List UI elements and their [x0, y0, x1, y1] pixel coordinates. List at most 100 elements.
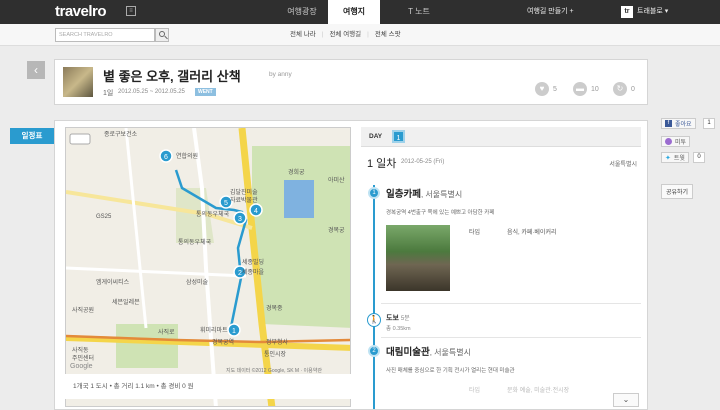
- walk-distance: 총 0.35km: [386, 326, 411, 332]
- share-count: 0: [631, 85, 635, 93]
- map-label: 통인시장: [264, 350, 287, 358]
- day-label: DAY: [369, 133, 383, 140]
- nav-all-routes[interactable]: 전체 여행길: [323, 24, 367, 46]
- me2-label: 미투: [675, 140, 687, 146]
- map-label: 사직동: [72, 346, 89, 354]
- map-label: 경복중: [266, 305, 283, 312]
- sub-navigation-bar: SEARCH TRAVELRO 전체 나라 | 전체 여행길 | 전체 스팟: [0, 24, 720, 46]
- itinerary-tab[interactable]: 일정표: [10, 128, 54, 144]
- tweet-label: 트윗: [673, 156, 685, 162]
- facebook-icon: f: [665, 120, 672, 127]
- post-header-card: 볕 좋은 오후, 갤러리 산책 by anny 1일 2012.05.25 ~ …: [54, 59, 648, 105]
- menu-icon[interactable]: ≡: [126, 6, 136, 16]
- trip-dates: 2012.05.25 ~ 2012.05.25: [118, 89, 185, 95]
- map-label: 연합의원: [176, 152, 198, 160]
- scroll-down-button[interactable]: ⌄: [613, 393, 639, 407]
- map-label: 사직로: [158, 328, 175, 336]
- map-attribution: 지도 데이터 ©2012 Google, SK M · 이용약관: [226, 367, 322, 374]
- map-label: 통의동우체국: [178, 238, 212, 246]
- map-canvas[interactable]: 1 2 3 4 5 6 종로구보건소 연합의원 경희궁 아미산 경복궁 김달진미…: [66, 128, 351, 407]
- me2day-icon: [665, 138, 672, 145]
- heart-icon: ♥: [535, 82, 549, 96]
- divider: [381, 337, 641, 338]
- nav-all-countries[interactable]: 전체 나라: [284, 24, 322, 46]
- map-marker-6[interactable]: 6: [159, 149, 173, 163]
- share-stat[interactable]: ↻ 0: [613, 82, 635, 96]
- map-label: 경복궁: [328, 227, 345, 234]
- search-button[interactable]: [155, 28, 169, 42]
- comment-icon: ▬: [573, 82, 587, 96]
- nav-plaza[interactable]: 여행광장: [276, 0, 328, 24]
- svg-text:3: 3: [238, 216, 242, 223]
- route-map[interactable]: 1 2 3 4 5 6 종로구보건소 연합의원 경희궁 아미산 경복궁 김달진미…: [65, 127, 351, 407]
- day-location: 서울특별시: [609, 162, 637, 168]
- map-label: 세종빌딩: [242, 258, 264, 266]
- nav-tnote[interactable]: T 노트: [380, 0, 458, 24]
- svg-text:5: 5: [224, 200, 228, 207]
- divider: [381, 303, 641, 304]
- stop-pin-2[interactable]: 2: [368, 345, 380, 357]
- user-avatar[interactable]: tr: [621, 6, 633, 18]
- top-navigation-bar: travelro ≡ 여행광장 여행지 T 노트 여행길 만들기 + tr 트래…: [0, 0, 720, 24]
- twitter-icon: ✦: [665, 154, 671, 162]
- travelro-logo[interactable]: travelro: [55, 3, 107, 20]
- map-marker-1[interactable]: 1: [227, 323, 241, 337]
- comment-stat[interactable]: ▬ 10: [573, 82, 599, 96]
- sub-nav: 전체 나라 | 전체 여행길 | 전체 스팟: [284, 24, 407, 46]
- google-logo: Google: [70, 363, 93, 370]
- stop-1-name[interactable]: 일층카페, 서울특별시: [386, 186, 462, 200]
- route-summary: 1개국 1 도시 • 총 거리 1.1 km • 총 경비 0 원: [65, 374, 351, 399]
- walk-icon: 🚶: [367, 313, 381, 327]
- map-label: 아미산: [328, 176, 345, 184]
- comment-count: 10: [591, 85, 599, 93]
- like-count: 5: [553, 85, 557, 93]
- map-marker-4[interactable]: 4: [249, 203, 263, 217]
- me2day-button[interactable]: 미투: [661, 136, 691, 147]
- tweet-count-box: 0: [693, 152, 705, 163]
- tweet-button[interactable]: ✦ 트윗 0: [661, 152, 705, 163]
- nav-all-spots[interactable]: 전체 스팟: [369, 24, 407, 46]
- day-1-button[interactable]: 1: [392, 130, 405, 143]
- stop-1-photo[interactable]: [386, 225, 450, 291]
- chevron-down-icon: ⌄: [622, 395, 630, 404]
- stop-2-type-key: 타입: [469, 388, 481, 394]
- main-nav: 여행광장 여행지 T 노트: [276, 0, 458, 24]
- like-count-box: 1: [703, 118, 715, 129]
- user-menu[interactable]: 트래블로 ▾: [637, 0, 668, 24]
- stop-2-type-value: 문화 예술, 미술관·전시장: [507, 388, 570, 394]
- map-marker-3[interactable]: 3: [233, 211, 247, 225]
- map-label: 자료박물관: [230, 196, 258, 204]
- day-selector: DAY 1: [361, 127, 641, 147]
- stop-2-description: 사진 매체를 중심으로 한 기획 전시가 열리는 현대 미술관: [386, 368, 515, 374]
- search-input[interactable]: SEARCH TRAVELRO: [55, 28, 155, 42]
- stop-1-type-value: 음식, 카페·베이커리: [507, 230, 557, 236]
- stop-1-type-key: 타입: [469, 230, 481, 236]
- map-label: 세종마을: [242, 268, 265, 276]
- like-stat[interactable]: ♥ 5: [535, 82, 557, 96]
- day-detail: DAY 1 1 일차 2012-05-25 (Fri) 서울특별시 1 일층카페…: [361, 127, 641, 409]
- make-trip-link[interactable]: 여행길 만들기 +: [527, 0, 574, 24]
- map-label: 삼성미술: [186, 278, 209, 286]
- went-badge: WENT: [195, 88, 216, 96]
- map-label: 김달진미술: [230, 188, 258, 196]
- map-label: 사직공원: [72, 306, 94, 314]
- map-label: 종로구보건소: [104, 130, 138, 138]
- itinerary-panel: 1 2 3 4 5 6 종로구보건소 연합의원 경희궁 아미산 경복궁 김달진미…: [54, 120, 648, 410]
- post-author[interactable]: by anny: [269, 71, 292, 78]
- timeline-line: [373, 185, 375, 409]
- stop-pin-1[interactable]: 1: [368, 187, 380, 199]
- post-thumbnail[interactable]: [63, 67, 93, 97]
- svg-text:6: 6: [164, 154, 168, 161]
- back-button[interactable]: ‹: [27, 61, 45, 79]
- map-zoom-control[interactable]: [69, 133, 91, 145]
- chevron-left-icon: ‹: [34, 63, 38, 77]
- refresh-icon: ↻: [613, 82, 627, 96]
- map-label: 세븐일레븐: [112, 298, 140, 306]
- stop-2-name[interactable]: 대림미술관, 서울특별시: [386, 344, 471, 358]
- nav-destination[interactable]: 여행지: [328, 0, 380, 24]
- share-button[interactable]: 공유하기: [661, 184, 694, 199]
- facebook-like[interactable]: f 좋아요 1: [661, 118, 715, 129]
- svg-text:1: 1: [232, 328, 236, 335]
- map-label: 정부청사: [266, 338, 289, 346]
- map-label: GS25: [96, 214, 112, 220]
